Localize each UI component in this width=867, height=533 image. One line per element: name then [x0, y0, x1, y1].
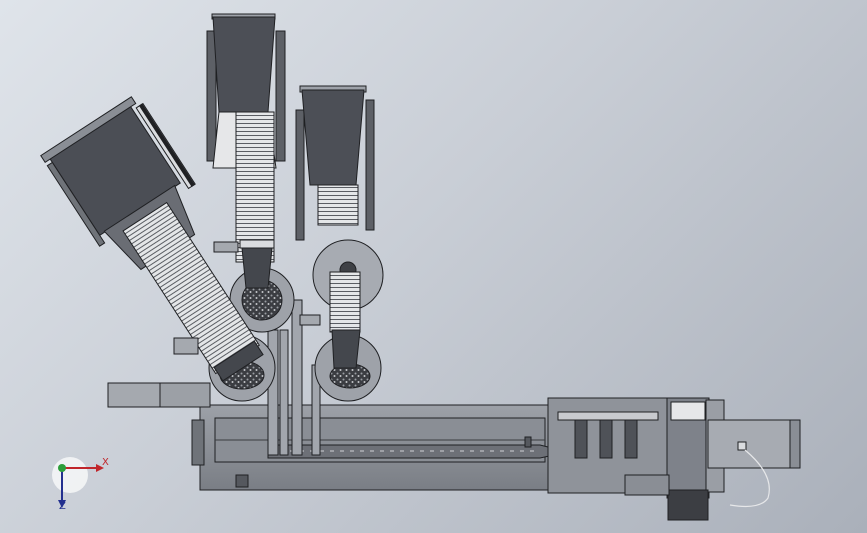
x-axis-label: X	[102, 457, 109, 468]
drive-gearbox[interactable]	[547, 397, 801, 521]
feeder-hopper-middle[interactable]	[206, 13, 286, 289]
y-axis-dot	[58, 464, 66, 472]
feeder-hopper-right[interactable]	[295, 85, 375, 369]
feeder-left-motor	[173, 337, 199, 355]
cad-graphics-viewport[interactable]: X Z	[0, 0, 867, 533]
main-machine-body[interactable]	[107, 382, 551, 491]
z-axis-label: Z	[59, 501, 66, 512]
